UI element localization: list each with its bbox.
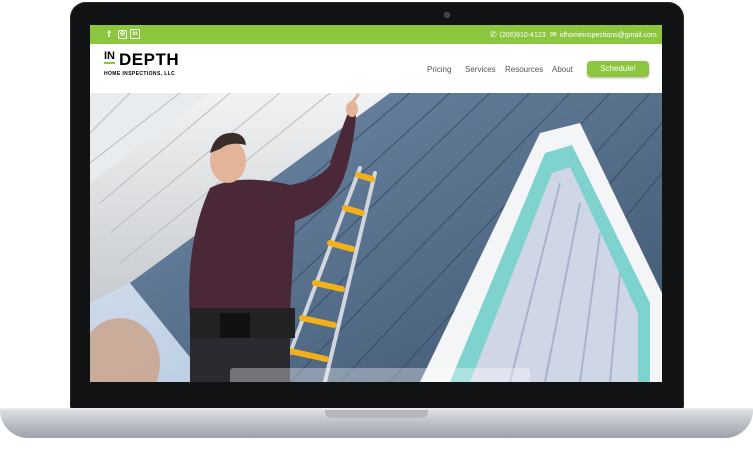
email-contact[interactable]: ✉ idhomeinspections@gmail.com	[550, 29, 657, 40]
facebook-icon[interactable]: f	[104, 29, 114, 39]
email-address[interactable]: idhomeinspections@gmail.com	[560, 32, 657, 39]
nav-services[interactable]: Services	[465, 65, 496, 75]
logo-depth: DEPTH	[119, 50, 180, 69]
schedule-button[interactable]: Schedule!	[587, 61, 649, 77]
logo-subtitle: HOME INSPECTIONS, LLC	[104, 71, 176, 77]
phone-contact[interactable]: ✆ (206)910-4123	[490, 29, 546, 40]
nav-resources[interactable]: Resources	[505, 65, 543, 75]
webcam-icon	[444, 12, 450, 18]
logo-in: IN	[104, 50, 115, 64]
hero-photo-illustration	[90, 93, 662, 382]
nav-about[interactable]: About	[552, 65, 573, 75]
hero-image	[90, 93, 662, 382]
top-contact-bar: f ◎ in ✆ (206)910-4123 ✉ idhomeinspections…	[90, 25, 662, 44]
instagram-icon[interactable]: ◎	[118, 30, 127, 39]
mail-icon: ✉	[550, 30, 557, 39]
website-screen: f ◎ in ✆ (206)910-4123 ✉ idhomeinspections…	[90, 25, 662, 382]
laptop-notch	[325, 410, 428, 418]
phone-number[interactable]: (206)910-4123	[500, 32, 546, 39]
phone-icon: ✆	[490, 30, 497, 39]
main-navbar: IN DEPTH HOME INSPECTIONS, LLC Pricing S…	[90, 44, 662, 93]
brand-logo[interactable]: IN DEPTH HOME INSPECTIONS, LLC	[104, 49, 194, 87]
nav-pricing[interactable]: Pricing	[427, 65, 451, 75]
linkedin-icon[interactable]: in	[130, 29, 140, 39]
